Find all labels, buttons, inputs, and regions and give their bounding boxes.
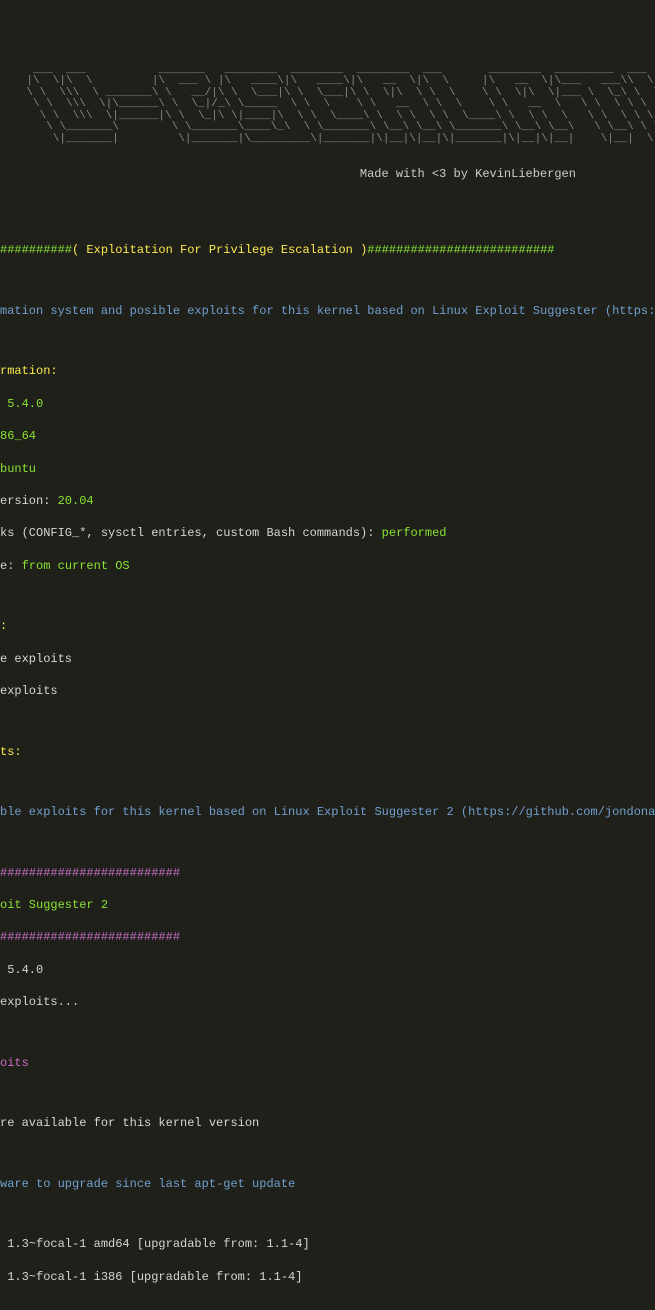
intro-line: mation system and posible exploits for t…	[0, 303, 655, 319]
les2-searching: exploits...	[0, 994, 655, 1010]
checks-line: ks (CONFIG_*, sysctl entries, custom Bas…	[0, 525, 655, 541]
apt-intro: ware to upgrade since last apt-get updat…	[0, 1176, 655, 1192]
les2-exploits-label: oits	[0, 1055, 655, 1071]
les2-kernel: 5.4.0	[0, 962, 655, 978]
les2-none: re available for this kernel version	[0, 1115, 655, 1131]
les2-title: oit Suggester 2	[0, 897, 655, 913]
arch-line: 86_64	[0, 428, 655, 444]
source-line: e: from current OS	[0, 558, 655, 574]
apt-line-1: 1.3~focal-1 amd64 [upgradable from: 1.1-…	[0, 1236, 655, 1252]
apt-line-2: 1.3~focal-1 i386 [upgradable from: 1.1-4…	[0, 1269, 655, 1285]
sysinfo-header: rmation:	[0, 363, 655, 379]
les2-border-top: #########################	[0, 865, 655, 881]
exposure-2: exploits	[0, 683, 655, 699]
distro-line: buntu	[0, 461, 655, 477]
distro-version-line: ersion: 20.04	[0, 493, 655, 509]
kernel-line: 5.4.0	[0, 396, 655, 412]
les2-border-bot: #########################	[0, 929, 655, 945]
credit-line: Made with <3 by KevinLiebergen	[0, 166, 655, 182]
exploits-header: ts:	[0, 744, 655, 760]
section-header: ##########( Exploitation For Privilege E…	[0, 242, 655, 258]
exposure-colon: :	[0, 618, 655, 634]
les2-intro: ble exploits for this kernel based on Li…	[0, 804, 655, 820]
ascii-banner: ___ ___ _______ ________ ________ ______…	[0, 65, 655, 146]
exposure-1: e exploits	[0, 651, 655, 667]
